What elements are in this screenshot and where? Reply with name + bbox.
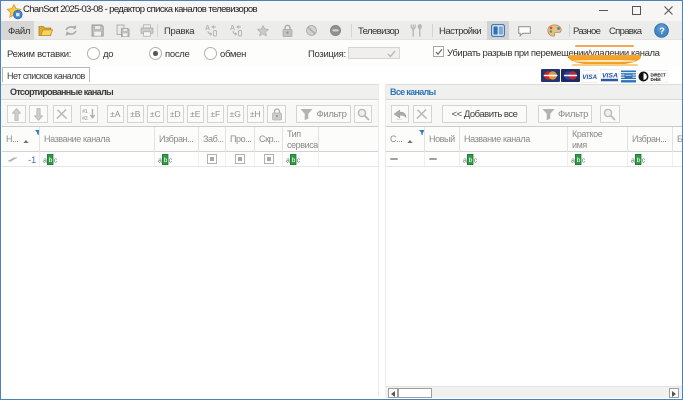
svg-text:A: A	[230, 25, 235, 32]
svg-text:a: a	[158, 157, 162, 164]
svg-text:a: a	[43, 157, 47, 164]
svg-text:a: a	[631, 157, 635, 164]
svg-text:VISA: VISA	[582, 74, 597, 81]
svg-text:VISA: VISA	[602, 73, 618, 80]
svg-text:b: b	[637, 157, 641, 164]
svg-text:#1: #1	[82, 109, 88, 115]
svg-text:b: b	[164, 157, 168, 164]
svg-text:?: ?	[659, 26, 665, 36]
svg-text:A: A	[205, 25, 210, 32]
svg-text:c: c	[297, 157, 301, 164]
svg-text:#2: #2	[82, 116, 88, 121]
svg-text:a: a	[463, 157, 467, 164]
svg-text:b: b	[292, 157, 296, 164]
svg-text:c: c	[642, 157, 646, 164]
svg-text:Debit: Debit	[651, 77, 662, 82]
svg-text:b: b	[469, 157, 473, 164]
svg-text:c: c	[582, 157, 586, 164]
svg-text:b: b	[577, 157, 581, 164]
svg-text:c: c	[474, 157, 478, 164]
svg-text:c: c	[169, 157, 173, 164]
svg-text:a: a	[571, 157, 575, 164]
svg-text:b: b	[49, 157, 53, 164]
svg-text:c: c	[54, 157, 58, 164]
svg-text:a: a	[286, 157, 290, 164]
